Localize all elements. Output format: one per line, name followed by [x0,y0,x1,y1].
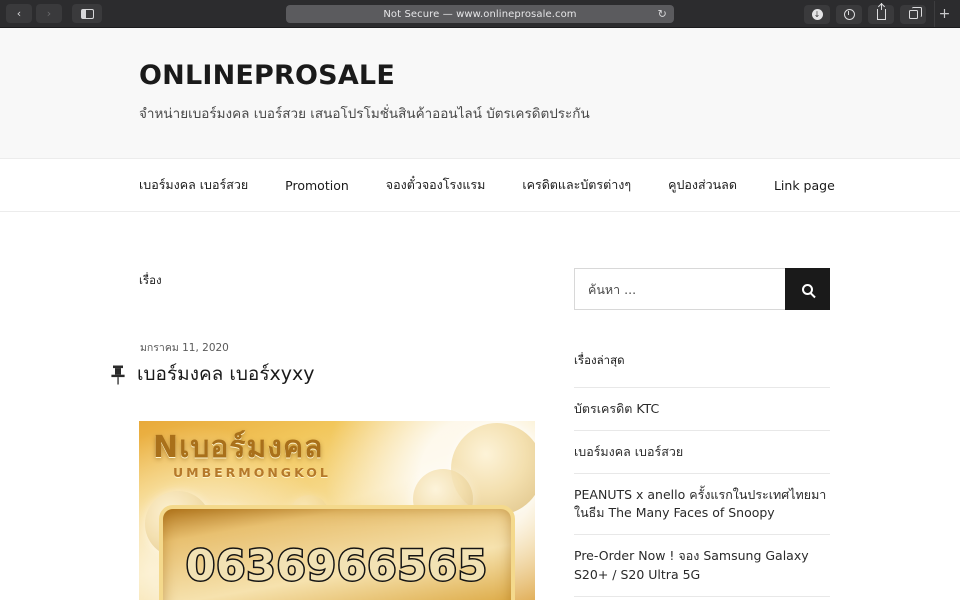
tab-overview-button[interactable] [900,4,926,24]
nav-item-booking[interactable]: จองตั๋วจองโรงแรม [386,175,486,195]
back-button[interactable]: ‹ [6,4,32,23]
navigation-button-group: ‹ › [6,4,102,23]
content-area: เรื่อง มกราคม 11, 2020 เบอร์มงคล เบอร์xy… [0,212,960,600]
nav-item-numbers[interactable]: เบอร์มงคล เบอร์สวย [139,175,248,195]
banner-logo-text: Nเบอร์มงคล [153,429,324,465]
plus-icon: + [938,6,951,22]
nav-item-link-page[interactable]: Link page [774,178,835,193]
downloads-button[interactable]: ↓ [804,4,830,24]
pushpin-icon [109,364,127,386]
nav-item-promotion[interactable]: Promotion [285,178,349,193]
primary-navigation: เบอร์มงคล เบอร์สวย Promotion จองตั๋วจองโ… [0,159,960,212]
post-heading-row: เบอร์มงคล เบอร์xyxy [111,363,539,387]
post-featured-image[interactable]: Nเบอร์มงคล UMBERMONGKOL 0636966565 [139,420,535,600]
toolbar-right-group: ↓ + [804,0,954,28]
section-label: เรื่อง [139,273,162,287]
site-title[interactable]: ONLINEPROSALE [139,60,960,91]
main-column: เรื่อง มกราคม 11, 2020 เบอร์มงคล เบอร์xy… [111,212,539,600]
nav-item-coupons[interactable]: คูปองส่วนลด [668,175,737,195]
list-item[interactable]: บัตรเครดิตยูโอบี KTC PROUD [574,595,830,600]
list-item[interactable]: Pre-Order Now ! จอง Samsung Galaxy S20+ … [574,534,830,596]
new-tab-button[interactable]: + [934,1,954,27]
history-button[interactable] [836,4,862,24]
phone-number-text: 0636966565 [184,539,489,591]
site-header: ONLINEPROSALE จำหน่ายเบอร์มงคล เบอร์สวย … [0,28,960,159]
list-item[interactable]: PEANUTS x anello ครั้งแรกในประเทศไทยมาใน… [574,472,830,535]
post-title[interactable]: เบอร์มงคล เบอร์xyxy [137,363,315,387]
site-tagline: จำหน่ายเบอร์มงคล เบอร์สวย เสนอโปรโมชั่นส… [139,106,590,122]
tab-overview-icon [908,7,922,19]
back-icon: ‹ [16,7,22,20]
banner-logo-subtext: UMBERMONGKOL [173,464,331,480]
address-bar[interactable]: Not Secure — www.onlineprosale.com ↻ [286,5,674,23]
sidebar-icon [80,8,94,19]
history-clock-icon [843,8,855,20]
web-page: ONLINEPROSALE จำหน่ายเบอร์มงคล เบอร์สวย … [0,28,960,600]
recent-posts-title: เรื่องล่าสุด [574,353,625,367]
recent-posts-list: บัตรเครดิต KTC เบอร์มงคล เบอร์สวย PEANUT… [574,387,830,600]
forward-icon: › [46,7,52,20]
downloads-icon: ↓ [811,8,823,20]
search-button[interactable] [785,268,830,310]
search-widget [574,268,830,310]
browser-toolbar: ‹ › Not Secure — www.onlineprosale.com ↻… [0,0,960,28]
url-text: Not Secure — www.onlineprosale.com [383,8,577,20]
sidebar: เรื่องล่าสุด บัตรเครดิต KTC เบอร์มงคล เบ… [574,212,830,600]
list-item[interactable]: บัตรเครดิต KTC [574,387,830,430]
forward-button[interactable]: › [36,4,62,23]
post-date: มกราคม 11, 2020 [140,342,229,354]
share-button[interactable] [868,2,894,24]
post-article: มกราคม 11, 2020 เบอร์มงคล เบอร์xyxy Nเบอ… [111,339,539,600]
search-input[interactable] [574,268,785,310]
search-icon [802,283,813,295]
sidebar-toggle-button[interactable] [72,4,102,23]
nav-item-credit-cards[interactable]: เครดิตและบัตรต่างๆ [522,175,631,195]
phone-number-plate: 0636966565 [159,504,515,600]
list-item[interactable]: เบอร์มงคล เบอร์สวย [574,429,830,473]
share-icon [876,2,886,20]
reload-icon[interactable]: ↻ [658,8,667,21]
